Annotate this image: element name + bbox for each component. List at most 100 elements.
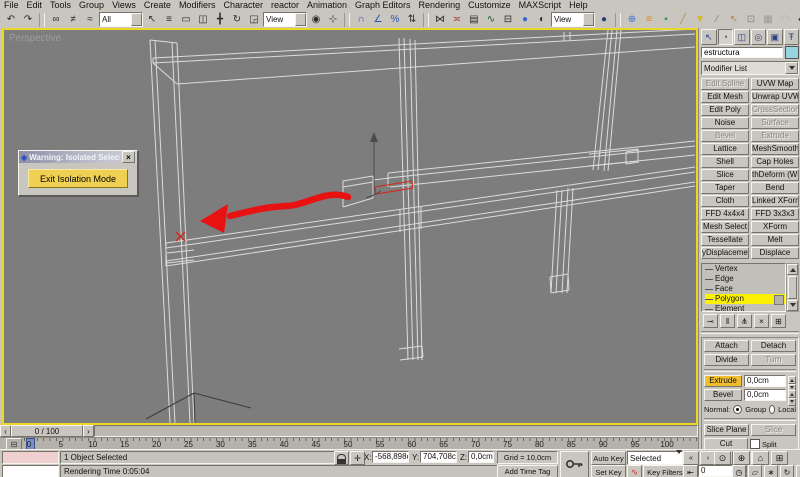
line-tool-icon[interactable]: ∕ [709,11,725,28]
filter-funnel-icon[interactable]: ▼ [692,11,708,28]
object-name-field[interactable] [701,47,783,58]
time-slider-next-icon[interactable]: › [83,425,94,437]
time-configuration-icon[interactable]: ◷ [732,465,746,477]
perspective-viewport[interactable]: Perspective ◈ Warning: Isolated Selectio… [2,28,698,425]
auto-key-button[interactable]: Auto Key [591,451,626,465]
time-slider-handle[interactable]: 0 / 100 [11,425,83,437]
modifier-button[interactable]: Edit Mesh [701,91,749,103]
time-slider-track[interactable] [94,425,698,437]
modifier-button[interactable]: Mesh Select [701,221,749,233]
scroll-down-icon[interactable] [787,300,798,311]
add-time-tag[interactable]: Add Time Tag [497,465,558,477]
bevel-spinner[interactable] [788,389,796,406]
render-type-dropdown[interactable]: View [551,12,595,27]
selection-set-dropdown[interactable]: Selected [627,449,683,466]
exit-isolation-mode-button[interactable]: Exit Isolation Mode [28,169,128,188]
absolute-offset-toggle-icon[interactable]: ✛ [350,451,365,465]
reference-coordinate-dropdown[interactable]: View [263,12,307,27]
utilities-tab-icon[interactable]: Ŧ [783,29,799,45]
toolbar-separator[interactable] [39,12,45,27]
selection-lock-icon[interactable] [334,451,349,465]
menu-item[interactable]: Tools [46,0,75,11]
bind-to-spacewarp-icon[interactable]: ≈ [82,11,98,28]
zoom-extents-icon[interactable]: ⌂ [752,451,769,465]
select-and-manipulate-icon[interactable]: ⊹ [325,11,341,28]
region-box-icon[interactable]: ⊡ [743,11,759,28]
menu-item[interactable]: Modifiers [175,0,220,11]
vertex-dot-icon[interactable]: ▪ [658,11,674,28]
zoom-icon[interactable]: ⊙ [714,451,731,465]
normal-group-radio[interactable] [733,404,743,414]
undo-icon[interactable]: ↶ [3,11,19,28]
z-coordinate-field[interactable]: 0,0cm [468,451,494,463]
scroll-up-icon[interactable] [787,264,798,275]
menu-item[interactable]: Group [75,0,108,11]
zoom-all-icon[interactable]: ⊕ [733,451,750,465]
stack-subobject-row[interactable]: Face [705,284,785,294]
modifier-button[interactable]: Bend [751,182,799,194]
menu-item[interactable]: reactor [267,0,303,11]
modifier-button[interactable]: MeshSmooth [751,143,799,155]
modifier-button[interactable]: Slice [701,169,749,181]
zoom-extents-all-icon[interactable]: ⊞ [771,451,788,465]
extrude-amount-field[interactable]: 0,0cm [744,375,786,387]
split-checkbox[interactable] [750,439,760,449]
modifier-button[interactable]: Edit Poly [701,104,749,116]
select-by-name-icon[interactable]: ≡ [161,11,177,28]
menu-item[interactable]: Views [108,0,140,11]
scrollbar-thumb[interactable] [788,276,797,299]
configure-modifier-sets-icon[interactable]: ⊞ [771,314,786,328]
angle-snap-icon[interactable]: ∠ [370,11,386,28]
arc-rotate-icon[interactable]: ↻ [780,465,794,477]
layer-manager-icon[interactable]: ▤ [466,11,482,28]
modifier-button[interactable]: Extrude [751,130,799,142]
motion-tab-icon[interactable]: ◎ [750,29,766,45]
select-pencil-icon[interactable]: ╱ [675,11,691,28]
modifier-button[interactable]: thDeform (WS [751,169,799,181]
align-icon[interactable]: ≍ [449,11,465,28]
selection-filter-dropdown[interactable]: All [99,12,143,27]
arc-tool-icon[interactable]: ◠ [777,11,793,28]
reactor-rigidbody-icon[interactable]: ◆ [794,11,800,28]
maxscript-mini-listener-pink[interactable] [2,451,59,464]
menu-item[interactable]: Character [219,0,267,11]
percent-snap-icon[interactable]: % [387,11,403,28]
detach-button[interactable]: Detach [751,340,796,352]
modifier-button[interactable]: Tessellate [701,234,749,246]
rect-selection-region-icon[interactable]: ▭ [178,11,194,28]
use-pivot-center-icon[interactable]: ◉ [308,11,324,28]
modifier-button[interactable]: Lattice [701,143,749,155]
chevron-down-icon[interactable] [785,62,798,74]
menu-item[interactable]: Create [140,0,175,11]
modifier-button[interactable]: FFD 4x4x4 [701,208,749,220]
modifier-button[interactable]: Surface [751,117,799,129]
pick-tool-icon[interactable]: ↖ [726,11,742,28]
modifier-button[interactable]: Linked XForm [751,195,799,207]
select-and-scale-icon[interactable]: ◲ [246,11,262,28]
grid-align-icon[interactable]: ≡ [641,11,657,28]
pan-view-icon[interactable]: ∗ [764,465,778,477]
select-object-icon[interactable]: ↖ [144,11,160,28]
snap-toggle-3d-icon[interactable]: ∩ [353,11,369,28]
modify-tab-icon[interactable]: ◔ [717,29,733,45]
time-slider-prev-icon[interactable]: ‹ [0,425,11,437]
cut-button[interactable]: Cut [704,438,748,449]
modifier-button[interactable]: Melt [751,234,799,246]
stack-subobject-row[interactable]: Element [705,304,785,311]
spinner-snap-icon[interactable]: ⇅ [404,11,420,28]
chevron-down-icon[interactable] [676,449,682,466]
modifier-button[interactable]: Bevel [701,130,749,142]
maxscript-mini-listener-white[interactable] [2,465,59,477]
y-coordinate-field[interactable]: 704,708cm [420,451,457,463]
menu-item[interactable]: File [0,0,23,11]
remove-modifier-icon[interactable]: × [754,314,769,328]
select-and-link-icon[interactable]: ∞ [48,11,64,28]
create-tab-icon[interactable]: ↖ [701,29,717,45]
mirror-icon[interactable]: ⋈ [432,11,448,28]
stack-subobject-row[interactable]: Polygon [705,294,785,305]
pin-stack-icon[interactable]: ⊸ [703,314,718,328]
window-crossing-icon[interactable]: ◫ [195,11,211,28]
dialog-title-bar[interactable]: ◈ Warning: Isolated Selection × [19,151,137,163]
checker-pattern-icon[interactable]: ▦ [760,11,776,28]
modifier-button[interactable]: Unwrap UVW [751,91,799,103]
